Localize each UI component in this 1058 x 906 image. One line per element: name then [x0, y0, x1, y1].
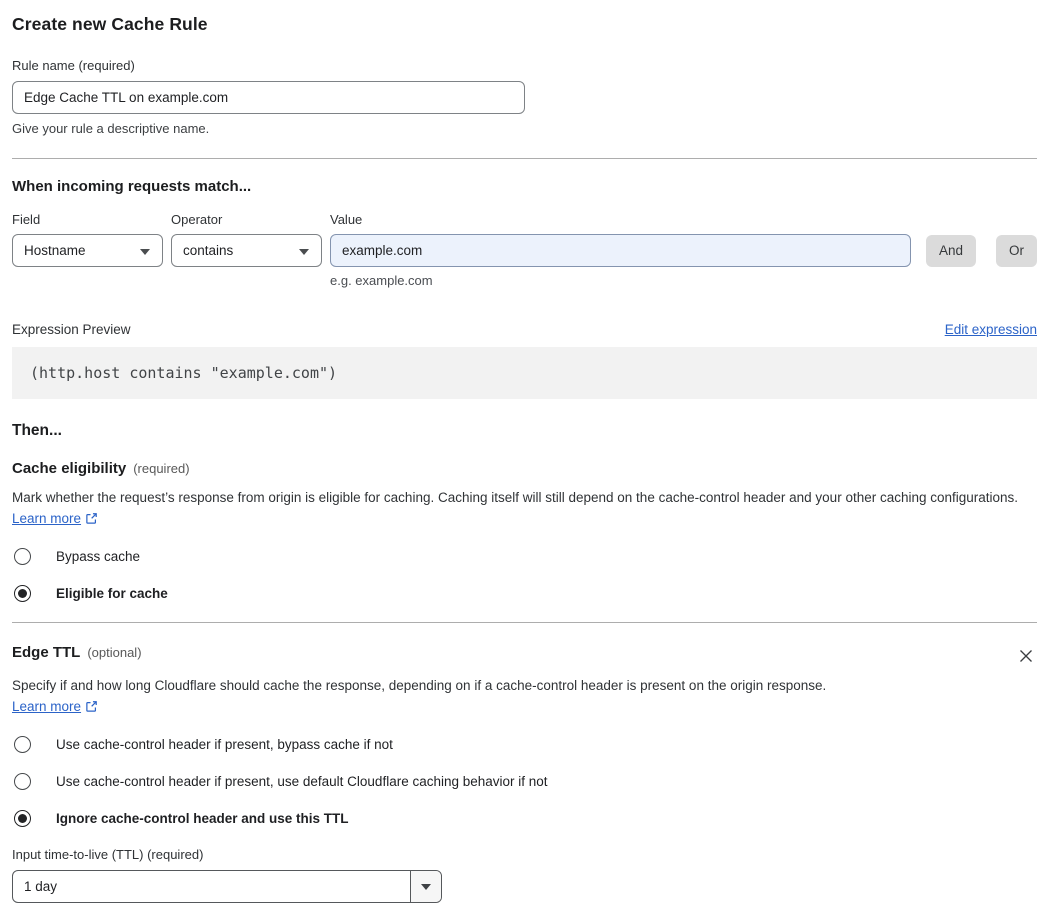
radio-use-header-bypass[interactable]: Use cache-control header if present, byp…	[12, 736, 1037, 753]
radio-selected-icon[interactable]	[14, 810, 31, 827]
radio-label[interactable]: Use cache-control header if present, use…	[56, 774, 548, 789]
radio-bypass-cache[interactable]: Bypass cache	[12, 548, 1037, 565]
radio-selected-icon[interactable]	[14, 585, 31, 602]
edge-ttl-header: Edge TTL (optional)	[12, 644, 1037, 666]
cache-eligibility-heading: Cache eligibility (required)	[12, 460, 1037, 477]
match-labels-row: Field Operator Value	[12, 212, 1037, 227]
operator-select-value: contains	[183, 243, 234, 258]
radio-eligible-for-cache[interactable]: Eligible for cache	[12, 585, 1037, 602]
close-icon[interactable]	[1016, 646, 1036, 666]
ttl-select-value: 1 day	[24, 879, 58, 894]
operator-select[interactable]: contains	[171, 234, 322, 267]
radio-use-header-default[interactable]: Use cache-control header if present, use…	[12, 773, 1037, 790]
chevron-down-icon	[140, 248, 150, 255]
expression-code: (http.host contains "example.com")	[30, 364, 338, 382]
edge-ttl-learn-more-link[interactable]: Learn more	[12, 699, 81, 714]
radio-ignore-header-use-ttl[interactable]: Ignore cache-control header and use this…	[12, 810, 1037, 827]
field-select-value: Hostname	[24, 243, 86, 258]
create-cache-rule-form: Create new Cache Rule Rule name (require…	[0, 0, 1058, 903]
cache-eligibility-title: Cache eligibility	[12, 460, 127, 477]
radio-icon[interactable]	[14, 548, 31, 565]
chevron-down-icon	[421, 883, 431, 890]
rule-name-input[interactable]	[12, 81, 525, 114]
then-heading: Then...	[12, 422, 62, 439]
and-button[interactable]: And	[925, 234, 976, 267]
rule-name-label: Rule name (required)	[12, 58, 135, 73]
edit-expression-link[interactable]: Edit expression	[945, 322, 1037, 337]
radio-icon[interactable]	[14, 773, 31, 790]
match-section-heading: When incoming requests match...	[12, 178, 252, 195]
cache-eligibility-learn-more-link[interactable]: Learn more	[12, 511, 81, 526]
value-hint: e.g. example.com	[330, 273, 433, 288]
ttl-select-arrow-button[interactable]	[410, 871, 441, 902]
radio-icon[interactable]	[14, 736, 31, 753]
radio-label[interactable]: Ignore cache-control header and use this…	[56, 811, 349, 826]
expression-preview-row: Expression Preview Edit expression	[12, 322, 1037, 337]
value-label: Value	[330, 212, 363, 227]
radio-label[interactable]: Eligible for cache	[56, 586, 168, 601]
chevron-down-icon	[299, 248, 309, 255]
section-divider	[12, 622, 1037, 623]
ttl-label: Input time-to-live (TTL) (required)	[12, 847, 204, 862]
edge-ttl-title: Edge TTL	[12, 644, 81, 661]
edge-ttl-options: Use cache-control header if present, byp…	[12, 736, 1037, 827]
cache-eligibility-qualifier: (required)	[133, 461, 190, 476]
operator-label: Operator	[171, 212, 223, 227]
radio-label[interactable]: Bypass cache	[56, 549, 140, 564]
cache-eligibility-options: Bypass cache Eligible for cache	[12, 548, 1037, 602]
rule-name-help: Give your rule a descriptive name.	[12, 121, 210, 136]
edge-ttl-description-text: Specify if and how long Cloudflare shoul…	[12, 678, 827, 693]
value-input[interactable]	[330, 234, 911, 267]
match-controls-row: Hostname contains And Or	[12, 234, 1037, 267]
field-label: Field	[12, 212, 41, 227]
edge-ttl-description: Specify if and how long Cloudflare shoul…	[12, 675, 852, 719]
external-link-icon	[85, 510, 98, 531]
page-title: Create new Cache Rule	[12, 14, 208, 34]
radio-label[interactable]: Use cache-control header if present, byp…	[56, 737, 393, 752]
cache-eligibility-description-text: Mark whether the request’s response from…	[12, 490, 1019, 505]
external-link-icon	[85, 698, 98, 719]
edge-ttl-qualifier: (optional)	[87, 645, 142, 660]
or-button[interactable]: Or	[996, 234, 1037, 267]
ttl-select[interactable]: 1 day	[12, 870, 442, 903]
cache-eligibility-description: Mark whether the request’s response from…	[12, 487, 1037, 531]
expression-preview-label: Expression Preview	[12, 322, 131, 337]
expression-code-block: (http.host contains "example.com")	[12, 347, 1037, 399]
section-divider	[12, 158, 1037, 159]
edge-ttl-heading: Edge TTL (optional)	[12, 644, 142, 661]
field-select[interactable]: Hostname	[12, 234, 163, 267]
